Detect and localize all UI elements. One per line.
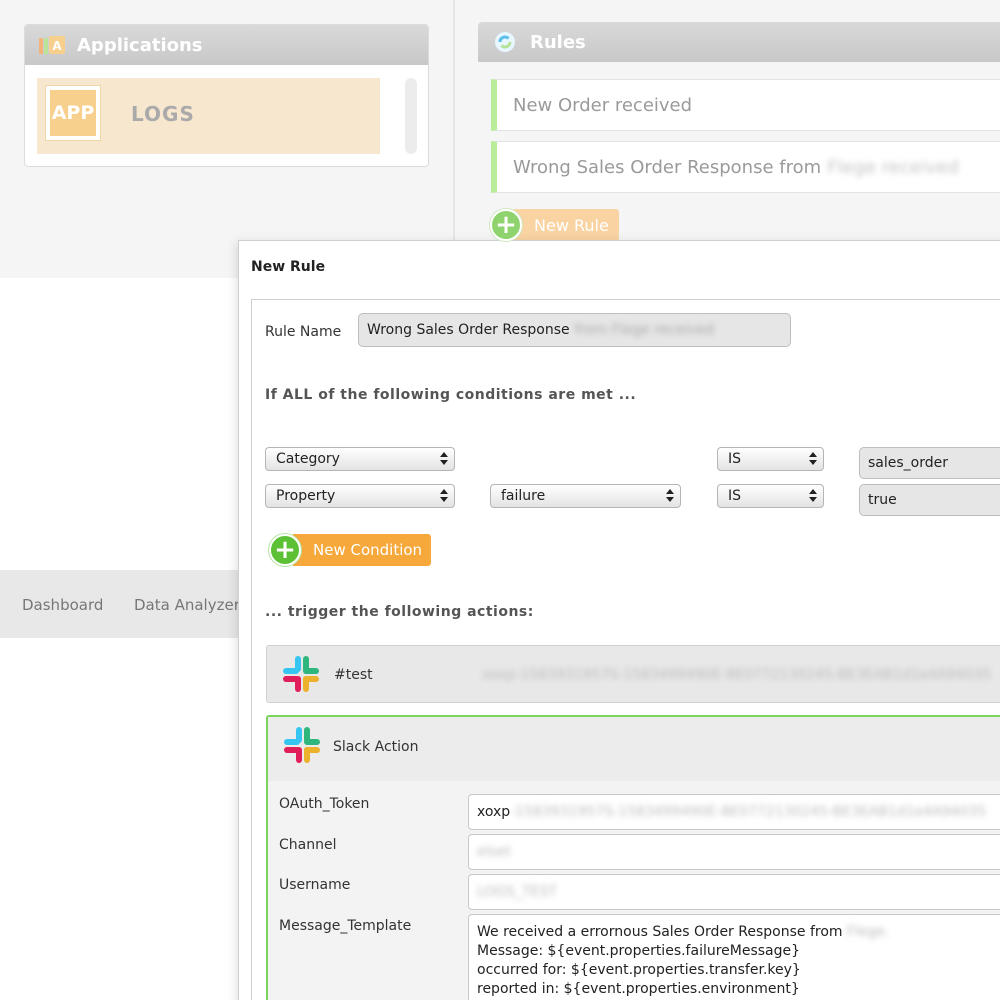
nav-dashboard[interactable]: Dashboard: [22, 596, 103, 614]
action-token-preview: xoxp-1583931957S-1583499490E-8E077213024…: [482, 667, 992, 683]
condition-1-value-input[interactable]: sales_order: [859, 447, 1000, 479]
select-arrows-icon: [809, 451, 817, 467]
slack-icon: [284, 727, 320, 763]
action-item-test[interactable]: #test xoxp-1583931957S-1583499490E-8E077…: [266, 645, 1000, 703]
action-channel-label: #test: [334, 667, 373, 683]
condition-2-value-input[interactable]: true: [859, 484, 1000, 516]
rules-cycle-icon: [492, 29, 518, 55]
select-arrows-icon: [440, 451, 448, 467]
nav-data-analyzer[interactable]: Data Analyzer: [134, 596, 240, 614]
oauth-token-input[interactable]: xoxp -1583931957S-1583499490E-8E07721302…: [468, 794, 1000, 830]
condition-2-property-select[interactable]: failure: [490, 484, 681, 508]
slack-action-title: Slack Action: [333, 739, 419, 755]
condition-2-operator-select[interactable]: IS: [717, 484, 824, 508]
rule-name-label: Rule Name: [265, 324, 342, 340]
channel-input[interactable]: elset: [468, 834, 1000, 870]
message-template-textarea[interactable]: We received a errornous Sales Order Resp…: [468, 914, 1000, 1000]
actions-heading: ... trigger the following actions:: [265, 604, 534, 620]
app-list-item-logs[interactable]: APP LOGS: [37, 78, 380, 154]
apps-scrollbar[interactable]: [405, 78, 417, 154]
slack-icon: [283, 656, 319, 692]
svg-text:A: A: [52, 39, 62, 53]
message-template-label: Message_Template: [279, 918, 412, 934]
condition-1-field-select[interactable]: Category: [265, 447, 455, 471]
slack-action-form: OAuth_Token xoxp -1583931957S-1583499490…: [268, 781, 1000, 1000]
condition-2-field-select[interactable]: Property: [265, 484, 455, 508]
new-rule-dialog: New Rule Rule Name Wrong Sales Order Res…: [238, 240, 1000, 1000]
dialog-title: New Rule: [251, 259, 326, 275]
applications-icon: A: [39, 32, 65, 58]
rule-item-new-order[interactable]: New Order received: [491, 79, 1000, 131]
oauth-token-label: OAuth_Token: [279, 796, 370, 812]
rules-title: Rules: [530, 31, 586, 53]
username-label: Username: [279, 877, 351, 893]
new-rule-button[interactable]: + New Rule: [490, 208, 619, 242]
channel-label: Channel: [279, 837, 337, 853]
dialog-body: Rule Name Wrong Sales Order Response fro…: [251, 299, 1000, 1000]
condition-1-operator-select[interactable]: IS: [717, 447, 824, 471]
slack-action-editor: Slack Action OAuth_Token xoxp -158393195…: [266, 715, 1000, 1000]
applications-panel: A Applications APP LOGS: [24, 24, 429, 167]
conditions-heading: If ALL of the following conditions are m…: [265, 387, 637, 403]
select-arrows-icon: [440, 488, 448, 504]
new-condition-button[interactable]: + New Condition: [269, 533, 432, 567]
applications-title: Applications: [77, 34, 203, 56]
app-name: LOGS: [131, 102, 195, 126]
username-input[interactable]: LOGS_TEST: [468, 874, 1000, 910]
plus-icon: +: [269, 534, 301, 566]
plus-icon: +: [490, 209, 522, 241]
slack-action-header[interactable]: Slack Action: [268, 717, 1000, 781]
rule-item-wrong-sales-order[interactable]: Wrong Sales Order Response from Flege re…: [491, 141, 1000, 193]
rules-header: Rules: [478, 22, 1000, 62]
applications-header: A Applications: [25, 25, 428, 65]
column-divider: [453, 0, 455, 278]
rule-name-input[interactable]: Wrong Sales Order Response from Flege re…: [358, 313, 791, 347]
select-arrows-icon: [809, 488, 817, 504]
app-icon: APP: [45, 85, 101, 141]
select-arrows-icon: [666, 488, 674, 504]
